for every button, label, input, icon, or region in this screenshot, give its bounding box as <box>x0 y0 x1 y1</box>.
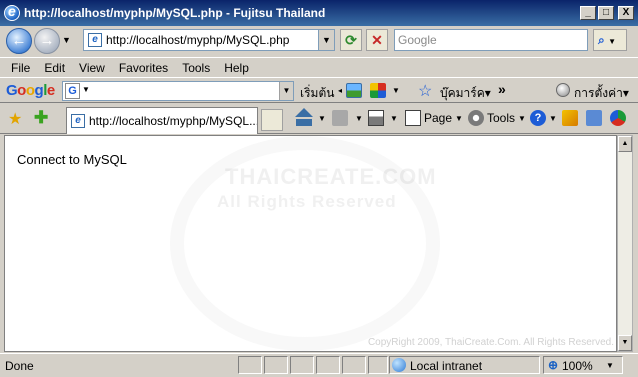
menu-view[interactable]: View <box>72 61 112 75</box>
favorites-center-icon[interactable]: ★ <box>8 109 22 129</box>
bookmark-star-icon[interactable]: ☆ <box>418 81 432 101</box>
print-icon[interactable] <box>368 110 384 126</box>
scroll-up-icon[interactable]: ▲ <box>618 136 632 152</box>
address-toolbar: ← → ▼ e http://localhost/myphp/MySQL.php… <box>0 26 638 56</box>
tab-page-icon: e <box>71 114 85 128</box>
page-menu[interactable]: Page <box>424 111 452 125</box>
home-dropdown-icon[interactable]: ▼ <box>318 114 326 123</box>
window-title: http://localhost/myphp/MySQL.php - Fujit… <box>24 6 326 20</box>
tab-active[interactable]: e http://localhost/myphp/MySQL.... <box>66 107 258 134</box>
google-search-input[interactable]: G ▼ ▼ <box>62 81 294 101</box>
copyright-text: CopyRight 2009, ThaiCreate.Com. All Righ… <box>367 337 614 348</box>
google-history-dropdown-icon[interactable]: ▼ <box>279 82 293 100</box>
google-bookmarks-menu[interactable]: บุ๊คมาร์ค▾ <box>440 84 491 103</box>
connection-message: Connect to MySQL <box>17 152 127 167</box>
address-bar[interactable]: e http://localhost/myphp/MySQL.php ▼ <box>83 29 335 51</box>
google-options-dropdown-icon[interactable]: ▼ <box>82 85 90 94</box>
security-zone-label: Local intranet <box>410 359 483 373</box>
google-logo[interactable]: Google <box>6 82 55 99</box>
watermark-subtitle: All Rights Reserved <box>217 192 397 211</box>
forward-button[interactable]: → <box>34 28 60 54</box>
new-tab-button[interactable] <box>261 109 283 131</box>
recent-pages-dropdown-icon[interactable]: ▼ <box>62 35 71 45</box>
watermark-title: THAICREATE.COM <box>225 164 437 189</box>
menu-tools[interactable]: Tools <box>175 61 217 75</box>
title-bar: http://localhost/myphp/MySQL.php - Fujit… <box>0 0 638 26</box>
menu-bar: File Edit View Favorites Tools Help <box>0 57 638 77</box>
status-panel <box>342 356 366 374</box>
status-bar: Done Local intranet ⊕ 100% ▼ <box>0 353 638 377</box>
address-dropdown-icon[interactable]: ▼ <box>318 30 334 50</box>
google-search-dropdown-icon[interactable]: ◂ <box>338 86 342 95</box>
search-button[interactable]: ⌕ ▼ <box>593 29 627 51</box>
google-search-button[interactable]: เริ่มต้น <box>300 84 334 103</box>
help-dropdown-icon[interactable]: ▼ <box>549 114 557 123</box>
tab-label: http://localhost/myphp/MySQL.... <box>89 114 258 128</box>
intranet-globe-icon <box>392 358 406 372</box>
tools-gear-icon <box>468 110 484 126</box>
home-icon[interactable] <box>295 108 313 126</box>
google-toolbar: Google G ▼ ▼ เริ่มต้น ◂ ▼ ☆ บุ๊คมาร์ค▾ »… <box>0 77 638 103</box>
picture-icon[interactable] <box>346 83 362 98</box>
help-icon[interactable]: ? <box>530 110 546 126</box>
toolbar-more-icon[interactable]: » <box>498 81 506 97</box>
refresh-button[interactable]: ⟳ <box>340 29 362 51</box>
status-text: Done <box>5 359 34 373</box>
popup-blocker-dropdown-icon[interactable]: ▼ <box>392 86 400 95</box>
feeds-dropdown-icon[interactable]: ▼ <box>355 114 363 123</box>
vertical-scrollbar[interactable]: ▲ ▼ <box>617 135 633 352</box>
menu-file[interactable]: File <box>4 61 37 75</box>
search-input[interactable]: Google <box>394 29 588 51</box>
stop-button[interactable]: ✕ <box>366 29 388 51</box>
tools-menu[interactable]: Tools <box>487 111 515 125</box>
settings-icon <box>556 83 570 97</box>
status-panel <box>264 356 288 374</box>
menu-help[interactable]: Help <box>217 61 256 75</box>
scroll-down-icon[interactable]: ▼ <box>618 335 632 351</box>
address-input[interactable]: http://localhost/myphp/MySQL.php <box>106 33 289 47</box>
google-settings-menu[interactable]: การตั้งค่า▾ <box>574 84 629 103</box>
ie-app-icon[interactable] <box>4 3 20 21</box>
search-icon: ⌕ <box>598 33 605 47</box>
tools-dropdown-icon[interactable]: ▼ <box>518 114 526 123</box>
status-panel <box>290 356 314 374</box>
tab-row: ★ ✚ e http://localhost/myphp/MySQL.... ▼… <box>0 104 638 134</box>
page-content: THAICREATE.COM All Rights Reserved Conne… <box>4 135 617 352</box>
search-options-dropdown-icon[interactable]: ▼ <box>608 37 616 46</box>
zoom-level[interactable]: 100% <box>562 359 593 373</box>
status-panel <box>368 356 388 374</box>
status-panel <box>238 356 262 374</box>
page-dropdown-icon[interactable]: ▼ <box>455 114 463 123</box>
popup-blocker-icon[interactable] <box>370 83 386 98</box>
research-icon[interactable] <box>562 110 578 126</box>
menu-edit[interactable]: Edit <box>37 61 72 75</box>
page-icon: e <box>88 33 102 47</box>
feeds-icon[interactable] <box>332 110 348 126</box>
maximize-button[interactable]: □ <box>598 6 614 20</box>
messenger-icon[interactable] <box>610 110 626 126</box>
google-g-icon[interactable]: G <box>65 83 80 99</box>
status-panel <box>316 356 340 374</box>
close-button[interactable]: X <box>618 6 634 20</box>
zoom-icon[interactable]: ⊕ <box>548 358 558 372</box>
print-dropdown-icon[interactable]: ▼ <box>390 114 398 123</box>
minimize-button[interactable]: _ <box>580 6 596 20</box>
zoom-dropdown-icon[interactable]: ▼ <box>606 361 614 370</box>
blog-this-icon[interactable] <box>586 110 602 126</box>
page-menu-icon <box>405 110 421 126</box>
menu-favorites[interactable]: Favorites <box>112 61 175 75</box>
back-button[interactable]: ← <box>6 28 32 54</box>
add-favorites-icon[interactable]: ✚ <box>34 108 48 128</box>
